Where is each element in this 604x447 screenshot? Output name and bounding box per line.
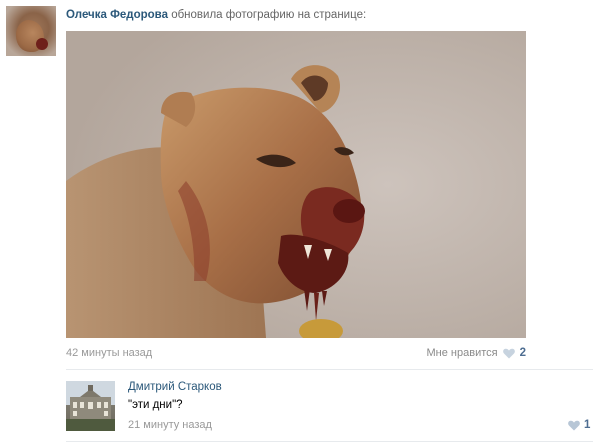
post-headline: Олечка Федорова обновила фотографию на с… [66,9,366,21]
lion-photo-image [66,31,526,338]
comment-timestamp[interactable]: 21 минуту назад [128,419,212,431]
heart-icon [568,420,580,430]
post-photo[interactable] [66,31,526,338]
like-count: 2 [519,347,526,359]
heart-icon [502,348,515,358]
post-action-text: обновила фотографию на странице: [171,9,367,21]
comment-author-avatar[interactable] [66,381,115,431]
post-timestamp[interactable]: 42 минуты назад [66,347,152,359]
feed-post: Олечка Федорова обновила фотографию на с… [0,0,604,447]
comment-like-button[interactable]: 1 [568,419,590,431]
comment-text: "эти дни"? [128,399,183,411]
post-like-button[interactable]: Мне нравится 2 [427,347,527,359]
comment-like-count: 1 [584,419,591,431]
like-label: Мне нравится [426,347,498,359]
divider [66,369,593,370]
post-author-link[interactable]: Олечка Федорова [66,9,168,21]
author-avatar[interactable] [6,6,56,56]
avatar-detail [36,38,48,50]
divider [66,441,593,442]
building-image [66,381,115,431]
comment-author-link[interactable]: Дмитрий Старков [128,381,222,393]
